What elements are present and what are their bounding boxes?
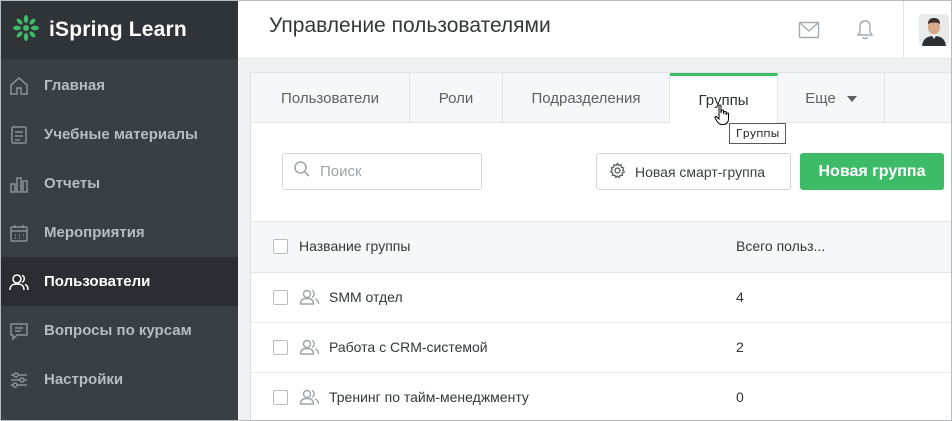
sidebar-item-users[interactable]: Пользователи [1, 257, 238, 306]
users-icon [7, 270, 31, 294]
brand[interactable]: iSpring Learn [1, 1, 238, 59]
calendar-icon [7, 221, 31, 245]
table-header: Название группы Всего польз... [251, 221, 951, 273]
table-row[interactable]: Работа с CRM-системой 2 [251, 323, 951, 373]
sidebar-item-events[interactable]: Мероприятия [1, 208, 238, 257]
group-name[interactable]: Тренинг по тайм-менеджменту [329, 389, 529, 405]
table-row[interactable]: Тренинг по тайм-менеджменту 0 [251, 373, 951, 420]
new-smart-group-label: Новая смарт-группа [635, 163, 766, 180]
tab-tooltip: Группы [729, 123, 787, 144]
user-count: 2 [736, 339, 744, 355]
table-row[interactable]: SMM отдел 4 [251, 273, 951, 323]
tab-users[interactable]: Пользователи [251, 73, 410, 123]
sidebar-item-materials[interactable]: Учебные материалы [1, 110, 238, 159]
group-icon [299, 287, 321, 310]
chat-icon [7, 319, 31, 343]
select-all-checkbox[interactable] [273, 239, 288, 254]
group-icon [299, 337, 321, 360]
column-header-total[interactable]: Всего польз... [736, 238, 825, 254]
sidebar-item-label: Главная [44, 77, 106, 94]
sidebar-item-label: Учебные материалы [44, 126, 198, 143]
brand-name: iSpring Learn [49, 18, 187, 41]
new-group-button[interactable]: Новая группа [800, 153, 944, 190]
row-checkbox[interactable] [273, 390, 288, 405]
app-window: iSpring Learn Главная Учебные материалы … [0, 0, 952, 421]
chevron-down-icon [846, 96, 857, 102]
bell-icon[interactable] [853, 18, 877, 42]
header: Управление пользователями [238, 1, 951, 59]
book-icon [7, 123, 31, 147]
header-divider [903, 1, 904, 59]
ispring-logo-icon [11, 13, 41, 48]
new-smart-group-button[interactable]: Новая смарт-группа [596, 153, 791, 190]
search-field[interactable] [282, 153, 482, 190]
column-header-name[interactable]: Название группы [299, 238, 410, 254]
sidebar-item-reports[interactable]: Отчеты [1, 159, 238, 208]
search-input[interactable] [320, 163, 470, 180]
hand-cursor-icon [714, 104, 730, 131]
main-panel: Пользователи Роли Подразделения Группы Е… [250, 72, 951, 420]
bar-chart-icon [7, 172, 31, 196]
sidebar-nav: Главная Учебные материалы Отчеты Меропри… [1, 61, 238, 404]
tab-departments[interactable]: Подразделения [503, 73, 670, 123]
tab-roles[interactable]: Роли [410, 73, 503, 123]
sidebar-item-label: Вопросы по курсам [44, 322, 192, 339]
group-icon [299, 387, 321, 410]
groups-table: Название группы Всего польз... SMM отдел… [251, 221, 951, 420]
user-count: 4 [736, 289, 744, 305]
mail-icon[interactable] [797, 18, 821, 42]
avatar[interactable] [919, 14, 949, 46]
tab-more[interactable]: Еще [778, 73, 885, 123]
group-name[interactable]: Работа с CRM-системой [329, 339, 488, 355]
sidebar-item-label: Настройки [44, 371, 124, 388]
sidebar-item-home[interactable]: Главная [1, 61, 238, 110]
user-count: 0 [736, 389, 744, 405]
sidebar-item-label: Мероприятия [44, 224, 145, 241]
sliders-icon [7, 368, 31, 392]
sidebar-item-settings[interactable]: Настройки [1, 355, 238, 404]
sidebar: iSpring Learn Главная Учебные материалы … [1, 1, 238, 420]
row-checkbox[interactable] [273, 340, 288, 355]
sidebar-item-label: Отчеты [44, 175, 101, 192]
tab-more-label: Еще [805, 89, 836, 107]
row-checkbox[interactable] [273, 290, 288, 305]
gear-icon [609, 161, 635, 182]
tab-bar: Пользователи Роли Подразделения Группы Е… [251, 72, 951, 124]
search-icon [293, 160, 311, 183]
home-icon [7, 74, 31, 98]
page-title: Управление пользователями [269, 14, 551, 37]
group-name[interactable]: SMM отдел [329, 289, 403, 305]
sidebar-item-label: Пользователи [44, 273, 151, 290]
sidebar-item-course-questions[interactable]: Вопросы по курсам [1, 306, 238, 355]
